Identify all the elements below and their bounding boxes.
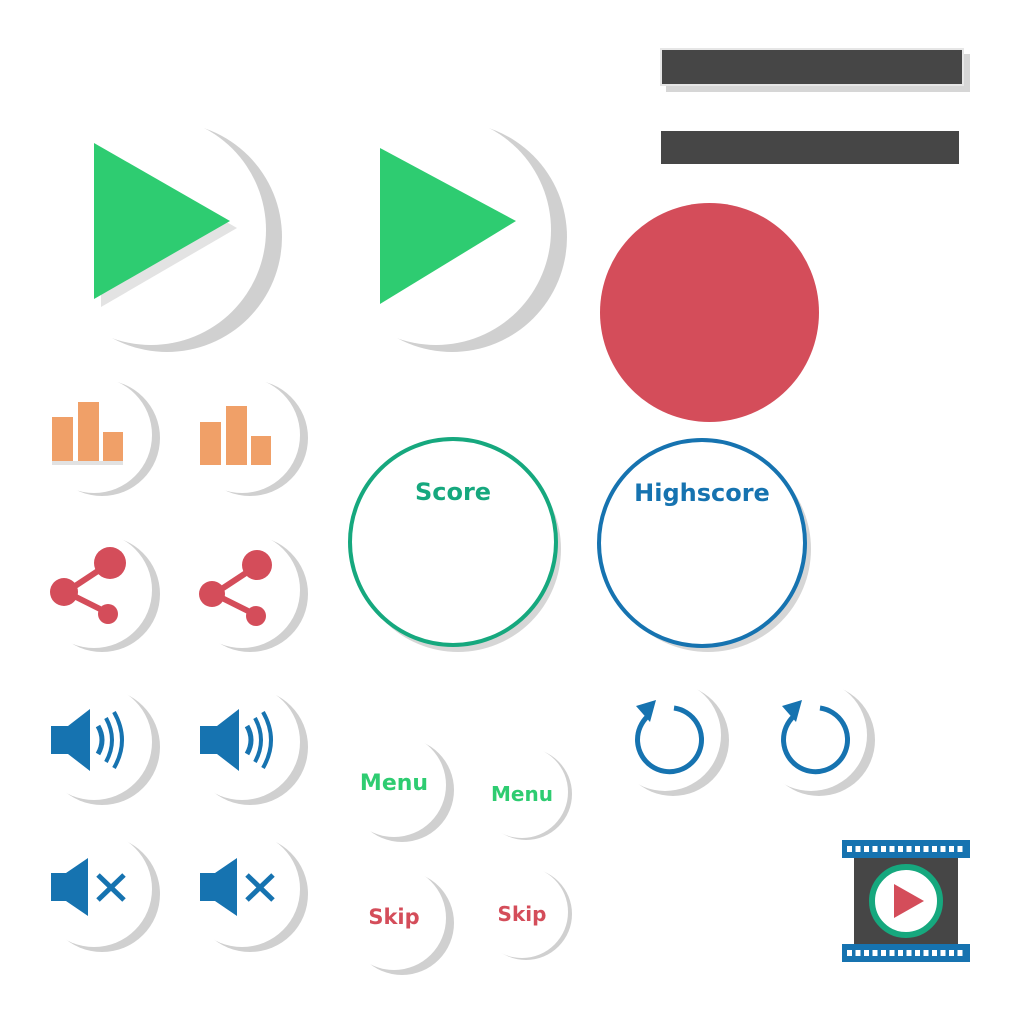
film-perforation <box>957 846 963 852</box>
score-label: Score <box>414 478 492 506</box>
film-perforation <box>898 846 903 852</box>
menu-button-alt[interactable]: Menu <box>472 746 582 848</box>
film-perforation <box>915 950 920 956</box>
share-button-alt[interactable] <box>184 528 313 658</box>
film-perforation <box>932 950 937 956</box>
share-button[interactable] <box>36 528 165 658</box>
menu-label: Menu <box>491 782 553 806</box>
sound-on-button[interactable] <box>36 682 165 812</box>
film-perforation <box>872 950 878 956</box>
film-perforation <box>898 950 903 956</box>
volume-icon <box>184 684 308 805</box>
film-perforation <box>949 846 954 852</box>
score-ring <box>348 437 561 652</box>
progress-bar-flat <box>661 131 959 164</box>
replay-icon <box>609 679 729 796</box>
film-perforation <box>872 846 878 852</box>
skip-label: Skip <box>368 905 420 929</box>
film-perforation <box>932 846 937 852</box>
share-icon <box>36 532 160 652</box>
film-perforation <box>923 846 929 852</box>
menu-label: Menu <box>359 771 429 796</box>
record-circle[interactable] <box>600 203 819 422</box>
film-perforation <box>889 846 895 852</box>
video-play-icon <box>842 840 970 962</box>
volume-icon <box>36 684 160 805</box>
film-perforation <box>847 950 852 956</box>
film-perforation <box>906 950 912 956</box>
bar-chart-icon <box>184 377 308 496</box>
film-perforation <box>940 846 946 852</box>
film-perforation <box>940 950 946 956</box>
film-perforation <box>923 950 929 956</box>
highscore-ring <box>597 438 811 652</box>
leaderboard-button[interactable] <box>36 375 165 505</box>
skip-button[interactable]: Skip <box>340 866 460 978</box>
menu-button[interactable]: Menu <box>340 733 460 845</box>
bar-chart-icon <box>36 377 160 496</box>
film-perforation <box>957 950 963 956</box>
skip-button-alt[interactable]: Skip <box>472 866 582 966</box>
film-perforation <box>847 846 852 852</box>
sound-off-button-alt[interactable] <box>184 828 313 958</box>
film-perforation <box>864 846 869 852</box>
play-icon <box>321 115 567 352</box>
film-perforation <box>855 846 861 852</box>
film-perforation <box>864 950 869 956</box>
video-button[interactable] <box>842 840 972 962</box>
film-perforation <box>881 846 886 852</box>
skip-label: Skip <box>497 902 547 926</box>
film-perforation <box>881 950 886 956</box>
play-button-large-alt[interactable] <box>321 115 575 360</box>
play-button-large[interactable] <box>36 115 290 360</box>
replay-icon <box>755 679 875 796</box>
film-perforation <box>915 846 920 852</box>
sound-on-button-alt[interactable] <box>184 682 313 812</box>
replay-button-alt[interactable] <box>755 678 881 803</box>
play-icon <box>36 115 282 352</box>
film-perforation <box>855 950 861 956</box>
progress-bar-raised <box>660 48 964 86</box>
replay-button[interactable] <box>609 678 735 803</box>
mute-icon <box>36 831 160 952</box>
share-icon <box>184 532 308 652</box>
score-panel: Score <box>348 437 568 657</box>
highscore-panel: Highscore <box>596 437 818 659</box>
mute-icon <box>184 831 308 952</box>
film-perforation <box>889 950 895 956</box>
sound-off-button[interactable] <box>36 828 165 958</box>
leaderboard-button-alt[interactable] <box>184 375 313 505</box>
film-perforation <box>949 950 954 956</box>
film-perforation <box>906 846 912 852</box>
highscore-label: Highscore <box>634 479 770 507</box>
